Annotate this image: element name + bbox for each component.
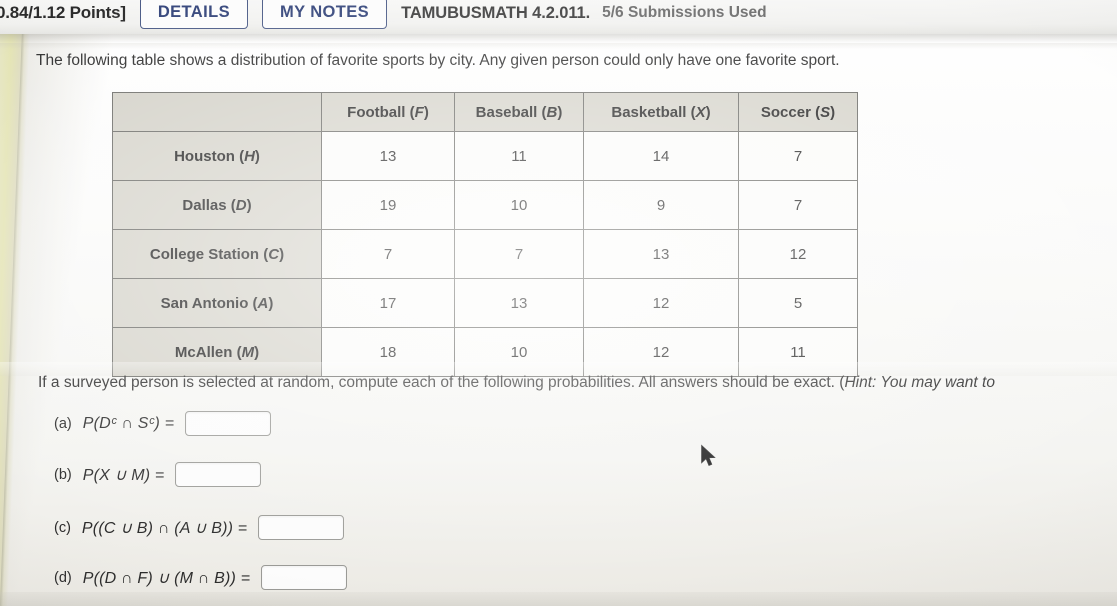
table-row: San Antonio (A) 17 13 12 5 <box>112 278 858 328</box>
column-header-football-label: Football <box>347 103 406 121</box>
table-row: McAllen (M) 18 10 12 11 <box>112 327 858 377</box>
cell-houston-football: 13 <box>321 131 455 181</box>
table-corner-cell <box>112 92 322 132</box>
cell-san-antonio-soccer: 5 <box>738 278 858 328</box>
cell-houston-baseball: 11 <box>454 131 584 181</box>
cell-dallas-baseball: 10 <box>454 180 584 230</box>
column-header-football-symbol: F <box>414 103 424 121</box>
question-a-expression: P(Dᶜ ∩ Sᶜ) = <box>82 414 175 432</box>
column-header-football: Football (F) <box>321 92 455 132</box>
row-header-san-antonio-symbol: A <box>257 294 269 312</box>
problem-intro-text: The following table shows a distribution… <box>36 52 840 69</box>
column-header-soccer: Soccer (S) <box>738 92 858 132</box>
answer-input-c[interactable] <box>258 515 345 540</box>
row-header-houston-label: Houston <box>174 147 235 165</box>
question-row-a: (a) P(Dᶜ ∩ Sᶜ) = <box>54 411 272 436</box>
cell-mcallen-basketball: 12 <box>583 327 739 377</box>
question-b-expression: P(X ∪ M) = <box>82 466 165 484</box>
column-header-basketball-label: Basketball <box>611 103 687 121</box>
question-row-b: (b) P(X ∪ M) = <box>54 462 262 487</box>
row-header-dallas-label: Dallas <box>182 196 227 214</box>
cell-san-antonio-basketball: 12 <box>583 278 739 328</box>
column-header-soccer-label: Soccer <box>760 103 811 121</box>
assignment-header-bar: 0.84/1.12 Points] DETAILS MY NOTES TAMUB… <box>0 0 1117 34</box>
row-header-college-station-symbol: C <box>268 245 280 263</box>
prompt-hint-word: Hint: <box>844 374 877 391</box>
row-header-mcallen-symbol: M <box>241 343 255 361</box>
answer-input-a[interactable] <box>185 411 272 436</box>
column-header-baseball: Baseball (B) <box>454 92 584 132</box>
cell-mcallen-baseball: 10 <box>454 327 584 377</box>
table-row: Houston (H) 13 11 14 7 <box>112 131 858 181</box>
answer-input-b[interactable] <box>175 462 262 487</box>
question-a-label: (a) <box>54 415 72 432</box>
question-d-expression: P((D ∩ F) ∪ (M ∩ B)) = <box>82 569 251 587</box>
cell-dallas-soccer: 7 <box>738 180 858 230</box>
row-header-san-antonio-label: San Antonio <box>160 294 249 312</box>
points-earned-label: 0.84/1.12 Points] <box>0 3 126 22</box>
cell-san-antonio-baseball: 13 <box>454 278 584 328</box>
row-header-houston-symbol: H <box>244 147 255 165</box>
column-header-basketball-symbol: X <box>695 103 706 121</box>
question-row-d: (d) P((D ∩ F) ∪ (M ∩ B)) = <box>54 565 348 590</box>
row-header-dallas: Dallas (D) <box>112 180 322 230</box>
question-b-label: (b) <box>54 466 72 483</box>
details-button[interactable]: DETAILS <box>139 0 248 29</box>
cell-houston-basketball: 14 <box>583 131 739 181</box>
distribution-table-container: Football (F) Baseball (B) Basketball (X)… <box>112 92 858 377</box>
cell-houston-soccer: 7 <box>738 131 858 181</box>
prompt-hint-rest: You may want to <box>876 374 995 391</box>
question-d-label: (d) <box>54 569 72 586</box>
header-divider <box>0 34 1117 43</box>
submissions-used-label: 5/6 Submissions Used <box>602 4 767 21</box>
cell-san-antonio-football: 17 <box>321 278 455 328</box>
question-row-c: (c) P((C ∪ B) ∩ (A ∪ B)) = <box>54 515 345 540</box>
row-header-college-station-label: College Station <box>149 245 260 263</box>
row-header-houston: Houston (H) <box>112 131 322 181</box>
cell-dallas-football: 19 <box>321 180 455 230</box>
row-header-san-antonio: San Antonio (A) <box>112 278 322 328</box>
column-header-baseball-label: Baseball <box>475 103 538 121</box>
table-row: Dallas (D) 19 10 9 7 <box>112 180 858 230</box>
row-header-dallas-symbol: D <box>235 196 247 214</box>
column-header-basketball: Basketball (X) <box>583 92 739 132</box>
assignment-id-label: TAMUBUSMATH 4.2.011. <box>401 3 591 22</box>
question-c-expression: P((C ∪ B) ∩ (A ∪ B)) = <box>81 519 248 537</box>
cell-college-station-baseball: 7 <box>454 229 584 279</box>
prompt-main-text: If a surveyed person is selected at rand… <box>38 374 845 391</box>
table-row: College Station (C) 7 7 13 12 <box>112 229 858 279</box>
column-header-baseball-symbol: B <box>546 103 558 121</box>
probability-prompt-text: If a surveyed person is selected at rand… <box>38 374 1113 392</box>
row-header-college-station: College Station (C) <box>112 229 322 279</box>
cell-mcallen-football: 18 <box>321 327 455 377</box>
cell-college-station-soccer: 12 <box>738 229 858 279</box>
cell-college-station-football: 7 <box>321 229 455 279</box>
row-header-mcallen: McAllen (M) <box>112 327 322 377</box>
my-notes-button[interactable]: MY NOTES <box>262 0 388 29</box>
screenshot-root: 0.84/1.12 Points] DETAILS MY NOTES TAMUB… <box>0 0 1117 606</box>
distribution-table: Football (F) Baseball (B) Basketball (X)… <box>112 92 858 377</box>
table-header-row: Football (F) Baseball (B) Basketball (X)… <box>112 92 858 132</box>
question-c-label: (c) <box>54 519 71 536</box>
row-header-mcallen-label: McAllen <box>174 343 233 361</box>
column-header-soccer-symbol: S <box>820 103 831 121</box>
answer-input-d[interactable] <box>261 565 348 590</box>
cell-mcallen-soccer: 11 <box>738 327 858 377</box>
cell-dallas-basketball: 9 <box>583 180 739 230</box>
cell-college-station-basketball: 13 <box>583 229 739 279</box>
